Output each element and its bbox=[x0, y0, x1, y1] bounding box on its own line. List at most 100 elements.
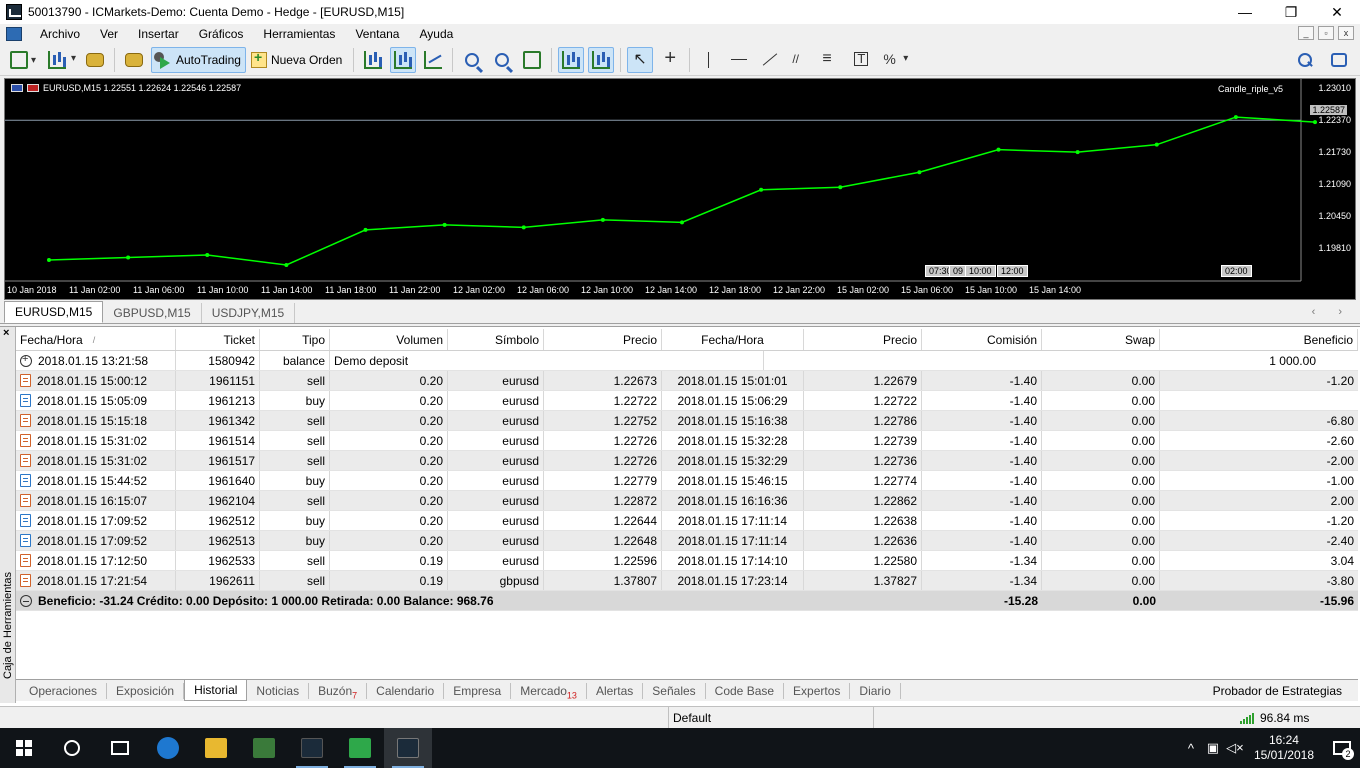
app-button-1[interactable] bbox=[240, 728, 288, 768]
tab-empresa[interactable]: Empresa bbox=[444, 682, 512, 699]
trend-line-button[interactable] bbox=[756, 47, 782, 73]
text-tool-button[interactable] bbox=[846, 47, 872, 73]
menu-graficos[interactable]: Gráficos bbox=[189, 24, 254, 44]
candlestick-chart-button[interactable] bbox=[390, 46, 417, 73]
menu-ventana[interactable]: Ventana bbox=[345, 24, 409, 44]
mdi-restore-button[interactable]: ▫ bbox=[1318, 26, 1334, 40]
table-row[interactable]: 2018.01.15 17:09:52 1962512 buy 0.20 eurusd 1… bbox=[16, 511, 1358, 531]
edge-button[interactable] bbox=[144, 728, 192, 768]
tab-scroll-arrows[interactable]: ‹ › bbox=[1312, 306, 1352, 318]
fibonacci-button[interactable] bbox=[816, 47, 842, 73]
column-header[interactable]: Beneficio bbox=[1160, 329, 1358, 350]
maximize-button[interactable]: ❐ bbox=[1268, 0, 1314, 24]
mdi-minimize-button[interactable]: _ bbox=[1298, 26, 1314, 40]
deposit-row[interactable]: 2018.01.15 13:21:58 1580942 balance Demo… bbox=[16, 351, 1358, 371]
zoom-in-button[interactable] bbox=[459, 47, 485, 73]
toolbox-close-icon[interactable]: × bbox=[3, 327, 9, 339]
crosshair-tool-button[interactable] bbox=[657, 47, 683, 73]
new-chart-button[interactable] bbox=[6, 47, 36, 73]
table-row[interactable]: 2018.01.15 17:12:50 1962533 sell 0.19 eurusd… bbox=[16, 551, 1358, 571]
chart-shift-button[interactable] bbox=[588, 46, 615, 73]
table-row[interactable]: 2018.01.15 17:09:52 1962513 buy 0.20 eurusd 1… bbox=[16, 531, 1358, 551]
profiles-button[interactable] bbox=[44, 47, 76, 73]
connection-status[interactable]: 96.84 ms bbox=[1240, 707, 1309, 729]
autotrading-button[interactable]: AutoTrading bbox=[151, 46, 246, 73]
metaeditor-button[interactable] bbox=[121, 47, 147, 73]
task-view-button[interactable] bbox=[96, 728, 144, 768]
menu-ver[interactable]: Ver bbox=[90, 24, 128, 44]
chevron-up-icon[interactable]: ^ bbox=[1180, 741, 1202, 756]
column-header[interactable]: Fecha/Hora / bbox=[16, 329, 176, 350]
column-header[interactable]: Volumen bbox=[330, 329, 448, 350]
chat-button[interactable] bbox=[1326, 47, 1352, 73]
tab-noticias[interactable]: Noticias bbox=[247, 682, 310, 699]
table-row[interactable]: 2018.01.15 15:31:02 1961517 sell 0.20 eurusd… bbox=[16, 451, 1358, 471]
column-header[interactable]: Comisión bbox=[922, 329, 1042, 350]
menu-insertar[interactable]: Insertar bbox=[128, 24, 189, 44]
search-taskbar-button[interactable] bbox=[48, 728, 96, 768]
app-button-4[interactable] bbox=[384, 728, 432, 768]
tile-windows-button[interactable] bbox=[519, 47, 545, 73]
new-order-button[interactable]: Nueva Orden bbox=[250, 47, 347, 73]
start-button[interactable] bbox=[0, 728, 48, 768]
table-row[interactable]: 2018.01.15 15:31:02 1961514 sell 0.20 eurusd… bbox=[16, 431, 1358, 451]
profile-status[interactable]: Default bbox=[668, 707, 874, 729]
equidistant-channel-button[interactable] bbox=[786, 47, 812, 73]
tab-buzon[interactable]: Buzón7 bbox=[309, 682, 368, 700]
tab-eurusd-m15[interactable]: EURUSD,M15 bbox=[4, 301, 104, 323]
collapse-icon[interactable] bbox=[20, 594, 32, 607]
tab-usdjpy-m15[interactable]: USDJPY,M15 bbox=[202, 303, 296, 323]
tab-alertas[interactable]: Alertas bbox=[587, 682, 644, 699]
table-row[interactable]: 2018.01.15 16:15:07 1962104 sell 0.20 eurusd… bbox=[16, 491, 1358, 511]
close-button[interactable]: ✕ bbox=[1314, 0, 1360, 24]
tab-diario[interactable]: Diario bbox=[850, 682, 901, 699]
tab-senales[interactable]: Señales bbox=[643, 682, 706, 699]
notifications-button[interactable]: 2 bbox=[1324, 728, 1360, 768]
table-row[interactable]: 2018.01.15 15:44:52 1961640 buy 0.20 eurusd 1… bbox=[16, 471, 1358, 491]
vertical-line-button[interactable] bbox=[696, 47, 722, 73]
price-chart[interactable]: EURUSD,M15 1.22551 1.22624 1.22546 1.225… bbox=[4, 78, 1356, 300]
menu-ayuda[interactable]: Ayuda bbox=[409, 24, 463, 44]
table-row[interactable]: 2018.01.15 15:05:09 1961213 buy 0.20 eurusd 1… bbox=[16, 391, 1358, 411]
auto-scroll-button[interactable] bbox=[558, 46, 585, 73]
volume-muted-icon[interactable]: ◁× bbox=[1224, 740, 1246, 756]
minimize-button[interactable]: — bbox=[1222, 0, 1268, 24]
search-button[interactable] bbox=[1292, 47, 1318, 73]
market-watch-button[interactable] bbox=[82, 47, 108, 73]
column-header[interactable]: Precio bbox=[544, 329, 662, 350]
zoom-out-button[interactable] bbox=[489, 47, 515, 73]
app-button-3[interactable] bbox=[336, 728, 384, 768]
line-chart-button[interactable] bbox=[420, 47, 446, 73]
clock[interactable]: 16:24 15/01/2018 bbox=[1254, 733, 1314, 763]
cursor-tool-button[interactable] bbox=[627, 46, 654, 73]
tab-gbpusd-m15[interactable]: GBPUSD,M15 bbox=[103, 303, 202, 323]
network-icon[interactable]: ▣ bbox=[1202, 740, 1224, 756]
candlestick-chart[interactable] bbox=[5, 79, 1357, 301]
tab-historial[interactable]: Historial bbox=[184, 680, 248, 701]
shapes-button[interactable] bbox=[876, 47, 908, 73]
column-header[interactable]: Fecha/Hora bbox=[662, 329, 804, 350]
table-row[interactable]: 2018.01.15 15:00:12 1961151 sell 0.20 eurusd… bbox=[16, 371, 1358, 391]
column-header[interactable]: Tipo bbox=[260, 329, 330, 350]
menu-herramientas[interactable]: Herramientas bbox=[253, 24, 345, 44]
menu-archivo[interactable]: Archivo bbox=[30, 24, 90, 44]
mdi-close-button[interactable]: x bbox=[1338, 26, 1354, 40]
tab-expertos[interactable]: Expertos bbox=[784, 682, 851, 699]
tab-exposicion[interactable]: Exposición bbox=[107, 682, 185, 699]
tab-strategy-tester[interactable]: Probador de Estrategias bbox=[1213, 684, 1342, 698]
expand-icon[interactable] bbox=[20, 353, 32, 367]
tab-calendario[interactable]: Calendario bbox=[367, 682, 445, 699]
tab-mercado[interactable]: Mercado13 bbox=[511, 682, 587, 700]
tab-operaciones[interactable]: Operaciones bbox=[20, 682, 108, 699]
column-header[interactable]: Símbolo bbox=[448, 329, 544, 350]
file-explorer-button[interactable] bbox=[192, 728, 240, 768]
horizontal-line-button[interactable] bbox=[726, 47, 752, 73]
table-row[interactable]: 2018.01.15 17:21:54 1962611 sell 0.19 gbpusd… bbox=[16, 571, 1358, 591]
document-icon[interactable] bbox=[6, 27, 22, 41]
column-header[interactable]: Precio bbox=[804, 329, 922, 350]
tab-code-base[interactable]: Code Base bbox=[706, 682, 785, 699]
app-button-2[interactable] bbox=[288, 728, 336, 768]
column-header[interactable]: Swap bbox=[1042, 329, 1160, 350]
table-row[interactable]: 2018.01.15 15:15:18 1961342 sell 0.20 eurusd… bbox=[16, 411, 1358, 431]
column-header[interactable]: Ticket bbox=[176, 329, 260, 350]
